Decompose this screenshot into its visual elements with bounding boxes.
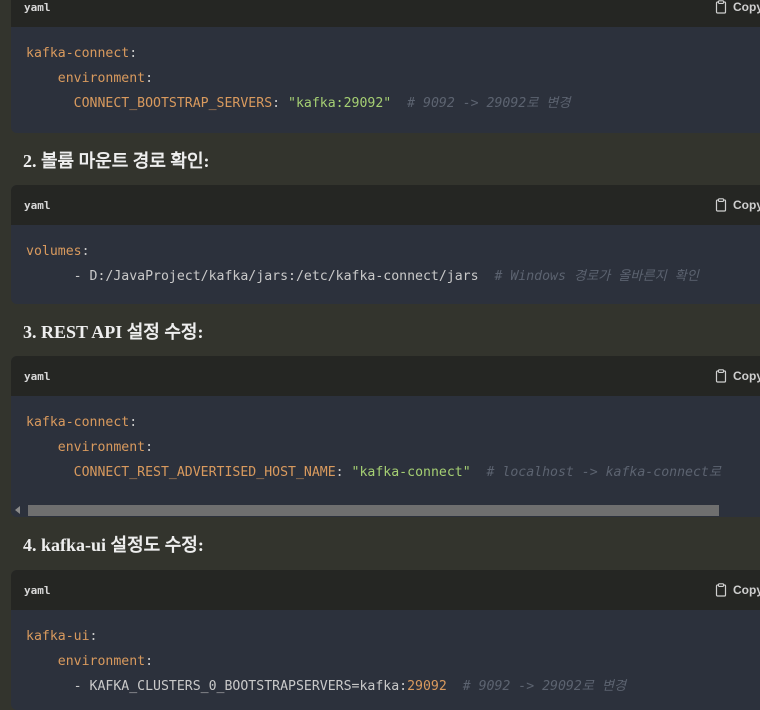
yaml-key: environment: [57, 654, 146, 669]
code-language-label: yaml: [24, 0, 51, 14]
copy-button-label: Copy: [733, 583, 760, 597]
code-line: environment:: [57, 654, 154, 669]
code-language-label: yaml: [24, 198, 51, 212]
yaml-key: CONNECT_REST_ADVERTISED_HOST_NAME: [73, 465, 336, 480]
scrollbar-thumb[interactable]: [28, 505, 719, 516]
code-language-label: yaml: [24, 583, 51, 597]
code-line: environment:: [57, 71, 154, 86]
copy-button[interactable]: Copy: [714, 369, 760, 383]
code-content: volumes: - D:/JavaProject/kafka/jars:/et…: [11, 225, 760, 289]
clipboard-icon: [715, 369, 727, 383]
yaml-number: 29092: [407, 679, 447, 694]
yaml-list-item: - D:/JavaProject/kafka/jars:/etc/kafka-c…: [73, 269, 479, 284]
code-block-4: yaml Copy kafka-ui: environment: - KAFKA…: [11, 570, 760, 710]
yaml-string: "kafka-connect": [351, 465, 471, 480]
copy-button-label: Copy: [733, 0, 760, 14]
clipboard-icon: [715, 583, 727, 597]
code-header: yaml Copy: [11, 356, 760, 396]
copy-button[interactable]: Copy: [714, 0, 760, 14]
yaml-key: kafka-connect: [26, 46, 130, 61]
code-line: kafka-ui:: [26, 629, 98, 644]
copy-button-label: Copy: [733, 198, 760, 212]
yaml-key: environment: [57, 440, 146, 455]
yaml-comment: # 9092 -> 29092로 변경: [446, 679, 627, 694]
code-header: yaml Copy: [11, 0, 760, 27]
code-block-1: yaml Copy kafka-connect: environment: CO…: [11, 0, 760, 133]
section-heading-3: 3. REST API 설정 수정:: [23, 322, 204, 342]
yaml-key: environment: [57, 71, 146, 86]
code-line: - D:/JavaProject/kafka/jars:/etc/kafka-c…: [26, 264, 756, 289]
copy-button-label: Copy: [733, 369, 760, 383]
section-heading-2: 2. 볼륨 마운트 경로 확인:: [23, 151, 210, 171]
scroll-left-arrow-icon[interactable]: [15, 506, 20, 514]
section-heading-4: 4. kafka-ui 설정도 수정:: [23, 535, 204, 555]
yaml-key: volumes: [26, 244, 82, 259]
code-content: kafka-ui: environment: - KAFKA_CLUSTERS_…: [11, 610, 760, 699]
code-line: CONNECT_BOOTSTRAP_SERVERS: "kafka:29092"…: [73, 96, 571, 111]
yaml-key: kafka-ui: [26, 629, 90, 644]
yaml-comment: # Windows 경로가 올바른지 확인: [478, 269, 699, 284]
clipboard-icon: [715, 198, 727, 212]
yaml-comment: # localhost -> kafka-connect로: [470, 465, 721, 480]
code-block-3: yaml Copy kafka-connect: environment: CO…: [11, 356, 760, 517]
code-line: kafka-connect:: [26, 415, 138, 430]
horizontal-scrollbar[interactable]: [11, 503, 760, 517]
copy-button[interactable]: Copy: [714, 198, 760, 212]
code-block-2: yaml Copy volumes: - D:/JavaProject/kafk…: [11, 185, 760, 304]
code-line: - KAFKA_CLUSTERS_0_BOOTSTRAPSERVERS=kafk…: [26, 674, 756, 699]
code-header: yaml Copy: [11, 185, 760, 225]
code-line: kafka-connect:: [26, 46, 138, 61]
yaml-key: kafka-connect: [26, 415, 130, 430]
code-header: yaml Copy: [11, 570, 760, 610]
clipboard-icon: [715, 0, 727, 14]
yaml-string: "kafka:29092": [288, 96, 392, 111]
yaml-list-item: - KAFKA_CLUSTERS_0_BOOTSTRAPSERVERS=kafk…: [73, 679, 408, 694]
copy-button[interactable]: Copy: [714, 583, 760, 597]
yaml-key: CONNECT_BOOTSTRAP_SERVERS: [73, 96, 273, 111]
code-line: volumes:: [26, 244, 90, 259]
code-content: kafka-connect: environment: CONNECT_BOOT…: [11, 27, 760, 116]
code-language-label: yaml: [24, 369, 51, 383]
yaml-comment: # 9092 -> 29092로 변경: [391, 96, 571, 111]
code-line: CONNECT_REST_ADVERTISED_HOST_NAME: "kafk…: [73, 465, 721, 480]
code-content: kafka-connect: environment: CONNECT_REST…: [11, 396, 760, 485]
code-line: environment:: [57, 440, 154, 455]
